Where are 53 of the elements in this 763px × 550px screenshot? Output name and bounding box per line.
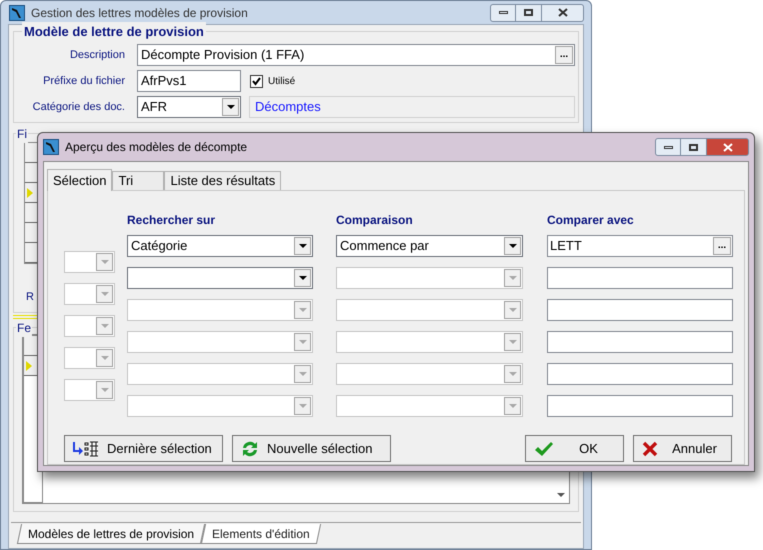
column-heading: Rechercher sur <box>127 212 216 229</box>
row-pointer-icon <box>26 360 32 370</box>
maximize-button[interactable] <box>516 4 542 22</box>
browse-button[interactable]: ... <box>713 237 731 255</box>
close-button[interactable] <box>707 138 749 156</box>
tab[interactable]: Modèles de lettres de provision <box>16 524 206 544</box>
checkbox[interactable] <box>250 74 263 88</box>
category-dropdown[interactable]: AFR <box>137 96 241 118</box>
comparison-dropdown[interactable]: Commence par <box>336 235 523 257</box>
compare-value-field[interactable] <box>547 267 733 289</box>
tab[interactable]: Liste des résultats <box>164 171 282 190</box>
ok-button[interactable]: OK <box>525 435 624 462</box>
tab[interactable]: Elements d'édition <box>200 524 321 544</box>
window-title: Gestion des lettres modèles de provision <box>31 4 249 22</box>
compare-value-field[interactable]: LETT ... <box>547 235 733 257</box>
field-label: R <box>26 290 34 305</box>
checkbox-label: Utilisé <box>268 74 296 88</box>
minimize-button[interactable] <box>655 138 681 156</box>
browse-button[interactable]: ... <box>555 46 573 64</box>
compare-value-field[interactable] <box>547 331 733 353</box>
column-heading: Comparaison <box>336 212 414 229</box>
list-arrow-icon <box>73 440 99 456</box>
app-icon <box>9 4 25 20</box>
row-pointer-icon <box>27 188 33 198</box>
field-label: Catégorie des doc. <box>32 100 125 115</box>
field-dropdown[interactable]: Catégorie <box>127 235 313 257</box>
close-icon <box>722 142 732 152</box>
close-icon <box>558 8 568 17</box>
scroll-down-icon[interactable] <box>557 493 565 497</box>
field-label: Préfixe du fichier <box>42 74 125 89</box>
checkmark-icon <box>534 440 554 456</box>
window-title: Aperçu des modèles de décompte <box>65 139 248 156</box>
column-heading: Comparer avec <box>547 212 634 229</box>
cancel-button[interactable]: Annuler <box>633 435 732 462</box>
prefix-field[interactable]: AfrPvs1 <box>137 70 241 92</box>
minimize-button[interactable] <box>490 4 516 22</box>
compare-value-field[interactable] <box>547 363 733 385</box>
selection-button[interactable]: Dernière sélection <box>64 435 223 462</box>
refresh-icon <box>241 440 259 458</box>
compare-value-field[interactable] <box>547 395 733 417</box>
category-name-field: Décomptes <box>249 96 575 118</box>
tab[interactable]: Sélection <box>47 169 112 191</box>
description-field[interactable]: Décompte Provision (1 FFA) ... <box>137 44 575 66</box>
close-button[interactable] <box>542 4 584 22</box>
compare-value-field[interactable] <box>547 299 733 321</box>
tab[interactable]: Tri <box>112 171 164 190</box>
cross-icon <box>642 440 658 456</box>
app-icon <box>43 139 59 155</box>
maximize-button[interactable] <box>681 138 707 156</box>
field-dropdown[interactable] <box>127 267 313 289</box>
field-label: Description <box>68 48 125 63</box>
selection-button[interactable]: Nouvelle sélection <box>232 435 391 462</box>
group-title: Modèle de lettre de provision <box>22 22 206 42</box>
